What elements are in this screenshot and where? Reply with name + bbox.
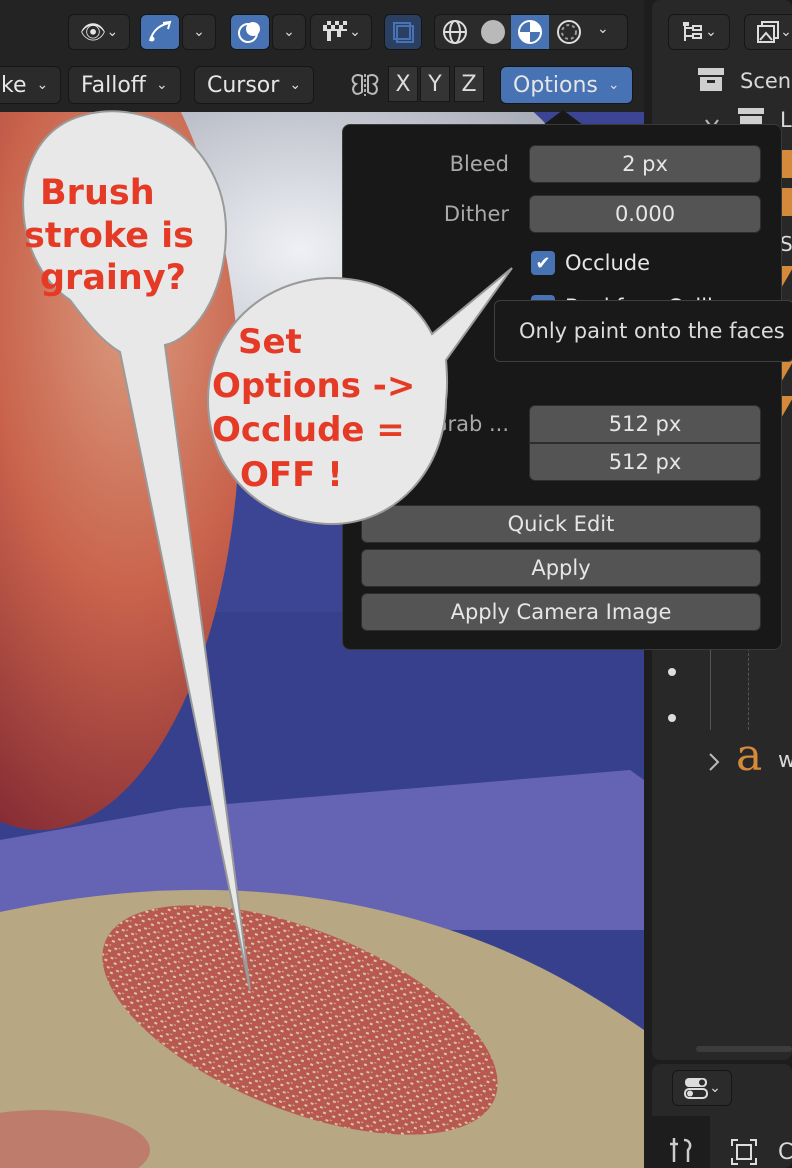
tree-line (748, 648, 749, 730)
outliner-scrollbar[interactable] (696, 1046, 792, 1052)
bleed-field[interactable]: 2 px (529, 145, 761, 183)
world-icon: a (736, 730, 763, 781)
quick-edit-button[interactable]: Quick Edit (361, 505, 761, 543)
callout-2-line-4: OFF ! (240, 454, 343, 495)
properties-panel: ⌄ C (652, 1064, 792, 1168)
occlude-label[interactable]: Occlude (565, 251, 650, 275)
chevron-down-icon: ⌄ (780, 24, 792, 40)
scene-collection-icon (698, 68, 724, 91)
images-icon (757, 21, 780, 43)
apply-button[interactable]: Apply (361, 549, 761, 587)
apply-camera-image-button[interactable]: Apply Camera Image (361, 593, 761, 631)
bullet-icon (668, 714, 676, 722)
world-label[interactable]: w (778, 748, 792, 773)
scene-collection-label[interactable]: Scen (740, 69, 791, 93)
properties-toggle-icon (684, 1078, 709, 1099)
callout-text-1: Brush stroke is grainy? (24, 172, 194, 300)
tool-wrench-icon[interactable] (668, 1134, 696, 1164)
display-mode-dropdown[interactable]: ⌄ (668, 14, 730, 50)
check-icon: ✔ (535, 252, 551, 274)
callout-2-line-3: Occlude = (212, 410, 405, 451)
callout-2-line-2: Options -> (212, 366, 416, 407)
dither-label: Dither (443, 202, 509, 226)
screen-grab-y-field[interactable]: 512 px (529, 443, 761, 481)
dither-field[interactable]: 0.000 (529, 195, 761, 233)
outliner-tree-icon (683, 22, 703, 41)
bullet-icon (668, 668, 676, 676)
properties-tab-label: C (778, 1140, 792, 1165)
callout-1-line-1: Brush (40, 173, 155, 213)
render-region-icon (731, 1139, 757, 1165)
editor-type-dropdown[interactable]: ⌄ (672, 1070, 732, 1106)
callout-1-line-2: stroke is (24, 215, 194, 256)
properties-tab-bar (652, 1116, 710, 1168)
collection-label[interactable]: L (780, 108, 792, 132)
callout-text-2-overlay: Set Options -> Occlude = OFF ! (212, 320, 415, 497)
tooltip-text: Only paint onto the faces d (519, 319, 792, 343)
bleed-label: Bleed (449, 152, 509, 176)
screen-grab-x-field[interactable]: 512 px (529, 405, 761, 443)
occlude-checkbox[interactable]: ✔ (531, 251, 555, 275)
tree-line (710, 648, 711, 730)
chevron-down-icon: ⌄ (709, 1080, 721, 1096)
chevron-down-icon: ⌄ (705, 24, 717, 40)
occlude-tooltip: Only paint onto the faces d (494, 300, 792, 362)
callout-1-line-3: grainy? (40, 258, 186, 299)
chevron-right-icon[interactable] (704, 750, 724, 774)
callout-2-line-1: Set (238, 322, 302, 362)
filter-dropdown[interactable]: ⌄ (744, 14, 792, 50)
